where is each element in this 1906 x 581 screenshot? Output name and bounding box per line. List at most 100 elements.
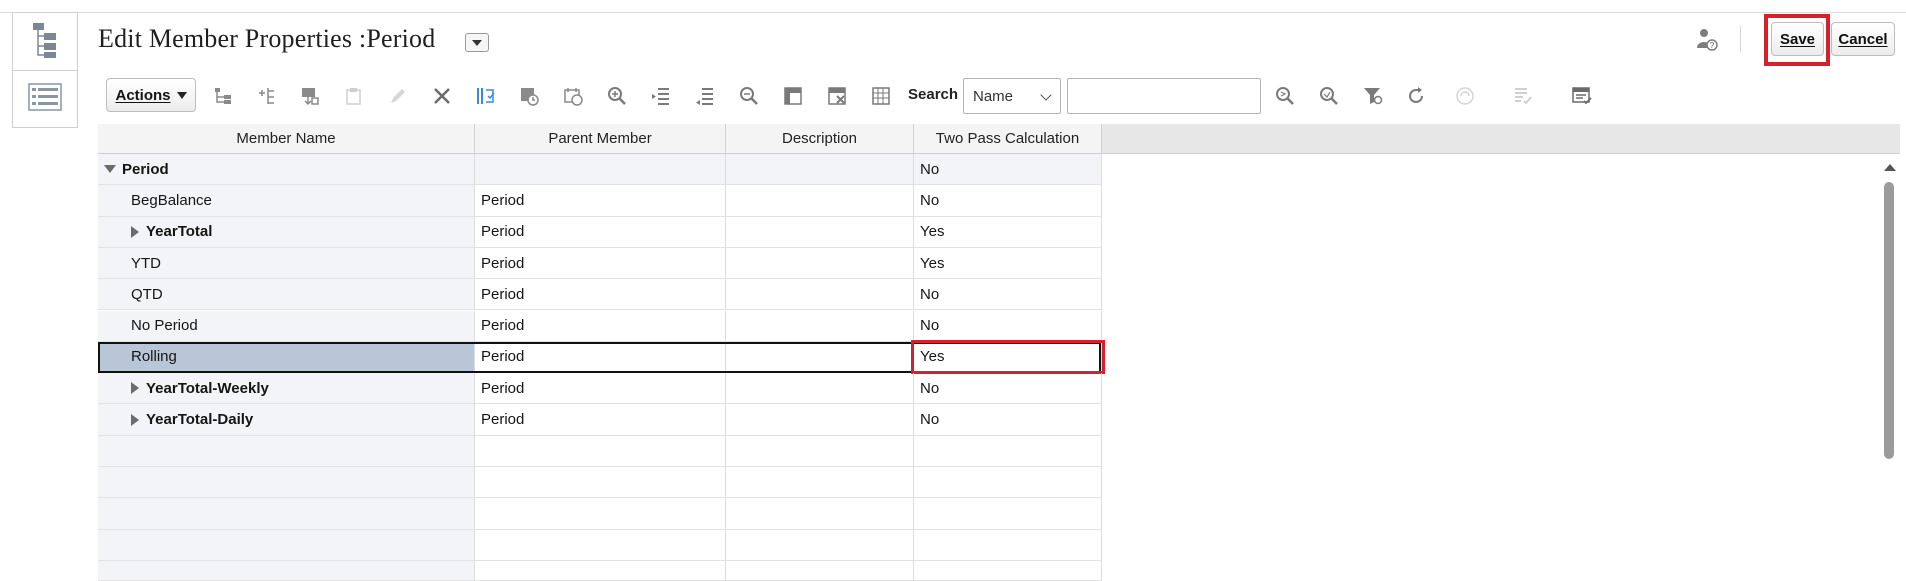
two-pass-cell[interactable]: No: [914, 279, 1102, 311]
column-header-description[interactable]: Description: [726, 124, 914, 154]
two-pass-cell[interactable]: No: [914, 373, 1102, 405]
empty-row: [98, 560, 1102, 581]
zoom-out-icon[interactable]: [736, 83, 762, 109]
unfreeze-icon[interactable]: [824, 83, 850, 109]
member-name-cell[interactable]: No Period: [98, 310, 475, 342]
table-row[interactable]: No Period Period No: [98, 310, 1102, 342]
two-pass-cell[interactable]: No: [914, 185, 1102, 217]
parent-member-cell[interactable]: Period: [475, 185, 726, 217]
table-row[interactable]: BegBalance Period No: [98, 185, 1102, 217]
column-header-two-pass-calculation[interactable]: Two Pass Calculation: [914, 124, 1102, 154]
paste-member-icon: [341, 83, 367, 109]
columns-icon[interactable]: [868, 83, 894, 109]
member-name-cell[interactable]: BegBalance: [98, 185, 475, 217]
actions-menu-button[interactable]: Actions: [106, 78, 196, 112]
parent-member-cell[interactable]: Period: [475, 279, 726, 311]
member-name: YearTotal: [146, 223, 213, 241]
search-next-icon[interactable]: [1272, 83, 1298, 109]
column-header-parent-member[interactable]: Parent Member: [475, 124, 726, 154]
scrollbar-thumb[interactable]: [1884, 182, 1894, 459]
title-dropdown-button[interactable]: [465, 33, 489, 52]
indent-out-icon[interactable]: [692, 83, 718, 109]
parent-member-cell[interactable]: Period: [475, 341, 726, 374]
two-pass-cell[interactable]: No: [914, 310, 1102, 342]
member-name: YearTotal-Daily: [146, 411, 254, 429]
parent-member-cell[interactable]: [475, 154, 726, 186]
collapse-icon[interactable]: [104, 165, 116, 174]
parent-member-cell[interactable]: Period: [475, 404, 726, 436]
indent-in-icon[interactable]: [648, 83, 674, 109]
parent-member-cell[interactable]: Period: [475, 310, 726, 342]
save-highlight-box: [1764, 14, 1830, 66]
member-name-cell[interactable]: YearTotal-Weekly: [98, 373, 475, 405]
sync-icon: [1452, 83, 1478, 109]
empty-row: [98, 435, 1102, 467]
description-cell[interactable]: [726, 373, 914, 405]
search-label: Search: [908, 86, 959, 103]
hierarchy-view-button[interactable]: [12, 12, 78, 70]
expand-icon[interactable]: [131, 413, 139, 426]
expand-icon[interactable]: [131, 382, 139, 395]
empty-cell: [475, 529, 726, 561]
zoom-in-icon[interactable]: [604, 83, 630, 109]
description-cell[interactable]: [726, 310, 914, 342]
cancel-label: Cancel: [1838, 30, 1888, 48]
table-row[interactable]: QTD Period No: [98, 279, 1102, 311]
user-help-icon[interactable]: ?: [1694, 27, 1720, 53]
refresh-icon[interactable]: [1403, 83, 1429, 109]
column-header-member-name[interactable]: Member Name: [98, 124, 475, 154]
search-field-value: Name: [973, 87, 1014, 105]
parent-member-cell[interactable]: Period: [475, 373, 726, 405]
description-cell[interactable]: [726, 185, 914, 217]
expand-icon[interactable]: [131, 225, 139, 238]
two-pass-cell[interactable]: No: [914, 404, 1102, 436]
schedule-icon[interactable]: [560, 83, 586, 109]
member-name-cell[interactable]: YearTotal-Daily: [98, 404, 475, 436]
table-row[interactable]: YearTotal Period Yes: [98, 216, 1102, 248]
add-sibling-icon[interactable]: [254, 83, 280, 109]
member-name-cell[interactable]: QTD: [98, 279, 475, 311]
svg-text:?: ?: [1710, 41, 1715, 50]
description-cell[interactable]: [726, 341, 914, 374]
search-field-select[interactable]: Name: [963, 78, 1061, 114]
two-pass-cell[interactable]: Yes: [914, 216, 1102, 248]
parent-member-cell[interactable]: Period: [475, 216, 726, 248]
list-view-button[interactable]: [12, 70, 78, 128]
search-input[interactable]: [1067, 78, 1261, 114]
list-icon: [27, 82, 63, 117]
description-cell[interactable]: [726, 247, 914, 280]
member-name-cell[interactable]: Period: [98, 154, 475, 186]
empty-cell: [914, 435, 1102, 467]
vertical-scrollbar[interactable]: [1880, 160, 1898, 581]
filter-icon[interactable]: [1360, 83, 1386, 109]
add-child-icon[interactable]: [210, 83, 236, 109]
member-name: YearTotal-Weekly: [146, 379, 269, 397]
scroll-up-icon[interactable]: [1884, 164, 1896, 171]
two-pass-cell[interactable]: Yes: [914, 247, 1102, 280]
table-row[interactable]: YTD Period Yes: [98, 247, 1102, 280]
table-row[interactable]: YearTotal-Daily Period No: [98, 404, 1102, 436]
member-name-cell[interactable]: Rolling: [98, 341, 475, 374]
description-cell[interactable]: [726, 279, 914, 311]
description-cell[interactable]: [726, 216, 914, 248]
copy-member-icon[interactable]: [297, 83, 323, 109]
cancel-button[interactable]: Cancel: [1831, 22, 1895, 56]
table-row[interactable]: Period No: [98, 154, 1102, 186]
delete-x-icon[interactable]: [429, 83, 455, 109]
description-cell[interactable]: [726, 154, 914, 186]
table-row[interactable]: YearTotal-Weekly Period No: [98, 373, 1102, 405]
report-icon[interactable]: [1569, 83, 1595, 109]
member-name-cell[interactable]: YTD: [98, 247, 475, 280]
description-cell[interactable]: [726, 404, 914, 436]
history-icon[interactable]: [516, 83, 542, 109]
empty-cell: [98, 435, 475, 467]
freeze-icon[interactable]: [780, 83, 806, 109]
member-name: BegBalance: [131, 191, 212, 209]
validate-icon: [1510, 83, 1536, 109]
two-pass-cell[interactable]: No: [914, 154, 1102, 186]
parent-member-cell[interactable]: Period: [475, 247, 726, 280]
column-select-icon[interactable]: [473, 83, 499, 109]
search-previous-icon[interactable]: [1316, 83, 1342, 109]
header-divider: [1740, 26, 1741, 52]
member-name-cell[interactable]: YearTotal: [98, 216, 475, 248]
